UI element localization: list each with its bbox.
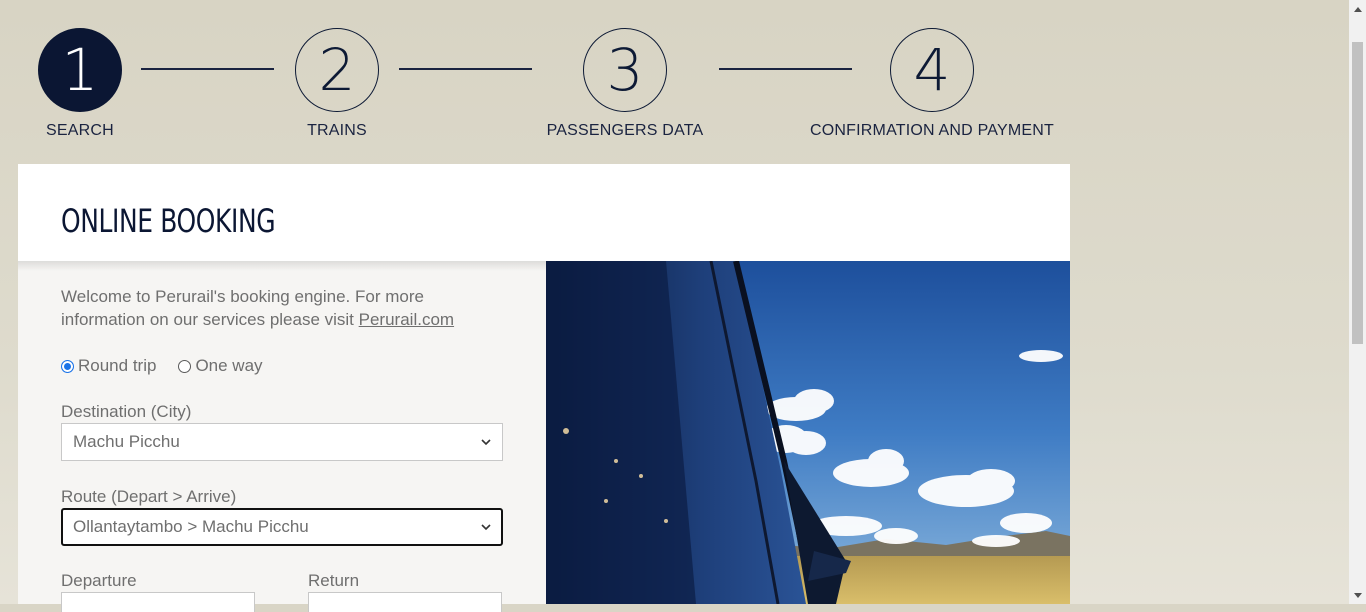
radio-checked-icon[interactable]: [61, 359, 74, 373]
step-label: TRAINS: [307, 122, 367, 139]
train-photo: [546, 261, 1070, 604]
step-number: 1: [61, 36, 99, 104]
step-trains[interactable]: 2 TRAINS: [207, 28, 467, 140]
departure-label: Departure: [61, 571, 137, 590]
step-number: 2: [318, 36, 356, 104]
scroll-up-icon[interactable]: [1349, 0, 1366, 17]
trip-type-group: Round trip One way: [61, 356, 263, 376]
destination-value: Machu Picchu: [73, 432, 180, 451]
scroll-down-icon[interactable]: [1349, 587, 1366, 604]
one-way-radio[interactable]: One way: [178, 356, 263, 376]
step-label: SEARCH: [46, 122, 114, 139]
booking-form: Welcome to Perurail's booking engine. Fo…: [18, 261, 546, 612]
chevron-down-icon: [481, 524, 491, 531]
route-value: Ollantaytambo > Machu Picchu: [73, 517, 309, 536]
return-date-input[interactable]: [308, 592, 502, 612]
round-trip-radio[interactable]: Round trip: [61, 356, 156, 376]
header-shadow: [18, 261, 546, 271]
destination-select[interactable]: Machu Picchu: [61, 423, 503, 461]
step-number-circle: 1: [38, 28, 122, 112]
page-scrollbar[interactable]: [1349, 0, 1366, 604]
step-label: CONFIRMATION AND PAYMENT: [810, 122, 1054, 139]
train-landscape-image: [546, 261, 1070, 604]
step-number-circle: 3: [583, 28, 667, 112]
return-label: Return: [308, 571, 360, 590]
intro-text: Welcome to Perurail's booking engine. Fo…: [61, 285, 481, 331]
step-passengers-data[interactable]: 3 PASSENGERS DATA: [495, 28, 755, 140]
step-search[interactable]: 1 SEARCH: [0, 28, 210, 140]
route-select[interactable]: Ollantaytambo > Machu Picchu: [61, 508, 503, 546]
perurail-link[interactable]: Perurail.com: [359, 310, 454, 329]
route-label: Route (Depart > Arrive): [61, 487, 237, 506]
step-label: PASSENGERS DATA: [546, 122, 704, 139]
page-title: ONLINE BOOKING: [61, 202, 276, 240]
one-way-label: One way: [195, 356, 263, 375]
step-confirmation-payment[interactable]: 4 CONFIRMATION AND PAYMENT: [802, 28, 1062, 140]
scrollbar-thumb[interactable]: [1352, 42, 1363, 344]
round-trip-label: Round trip: [78, 356, 157, 375]
radio-unchecked-icon[interactable]: [178, 359, 192, 373]
booking-card-header: ONLINE BOOKING: [18, 164, 1070, 261]
step-number: 3: [606, 36, 644, 104]
step-number: 4: [913, 36, 951, 104]
step-number-circle: 2: [295, 28, 379, 112]
destination-label: Destination (City): [61, 402, 192, 421]
chevron-down-icon: [481, 439, 491, 446]
departure-date-input[interactable]: [61, 592, 255, 612]
step-number-circle: 4: [890, 28, 974, 112]
